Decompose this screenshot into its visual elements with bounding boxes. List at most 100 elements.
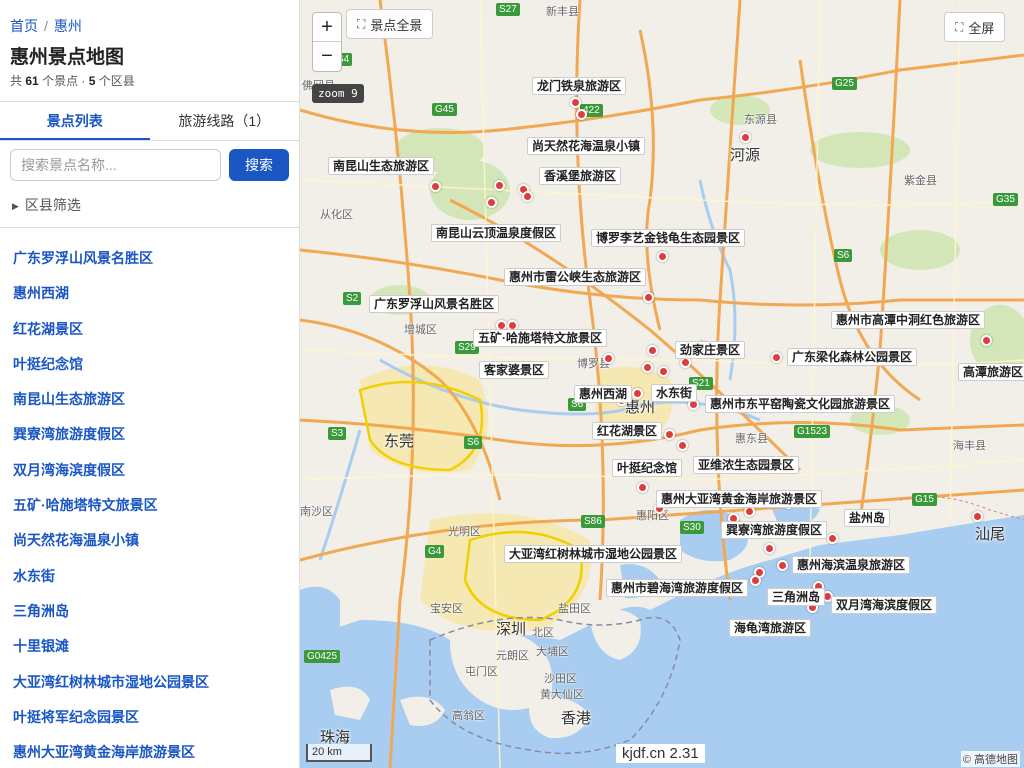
breadcrumb-current-link[interactable]: 惠州	[54, 18, 82, 34]
map-poi-label[interactable]: 尚天然花海温泉小镇	[527, 137, 646, 155]
map-view[interactable]: 新丰县 东源县 紫金县 从化区 增城区 博罗县 惠东县 海丰县 惠阳区 光明区 …	[300, 0, 1024, 768]
city-label: 深圳	[496, 621, 527, 638]
map-marker[interactable]	[603, 353, 614, 364]
map-poi-label[interactable]: 五矿·哈施塔特文旅景区	[473, 329, 607, 347]
spot-list-item[interactable]: 大亚湾红树林城市湿地公园景区	[13, 672, 209, 707]
map-marker[interactable]	[576, 109, 587, 120]
map-poi-label[interactable]: 惠州市碧海湾旅游度假区	[606, 579, 749, 597]
map-marker[interactable]	[643, 292, 654, 303]
map-poi-label[interactable]: 劲家庄景区	[675, 341, 746, 359]
search-input[interactable]	[10, 149, 221, 181]
district-label: 紫金县	[904, 175, 937, 187]
map-marker[interactable]	[657, 251, 668, 262]
zoom-in-button[interactable]: +	[313, 13, 341, 42]
spot-list-item[interactable]: 十里银滩	[13, 636, 209, 671]
map-scale: 20 km	[306, 744, 372, 762]
map-poi-label[interactable]: 惠州大亚湾黄金海岸旅游景区	[656, 490, 823, 508]
site-watermark: kjdf.cn 2.31	[616, 744, 705, 763]
map-poi-label[interactable]: 双月湾海滨度假区	[831, 596, 938, 614]
spot-list-item[interactable]: 五矿·哈施塔特文旅景区	[13, 495, 209, 530]
map-marker[interactable]	[827, 533, 838, 544]
map-poi-label[interactable]: 客家婆景区	[479, 361, 550, 379]
breadcrumb-home-link[interactable]: 首页	[10, 18, 38, 34]
map-poi-label[interactable]: 广东梁化森林公园景区	[787, 348, 918, 366]
map-marker[interactable]	[777, 560, 788, 571]
spot-list-item[interactable]: 双月湾海滨度假区	[13, 460, 209, 495]
map-poi-label[interactable]: 惠州市雷公峡生态旅游区	[504, 268, 647, 286]
highway-shield: G35	[993, 193, 1018, 206]
map-poi-label[interactable]: 红花湖景区	[592, 422, 663, 440]
tab-routes[interactable]: 旅游线路（1）	[150, 102, 300, 140]
map-poi-label[interactable]: 盐州岛	[844, 509, 891, 527]
district-label: 从化区	[320, 209, 353, 221]
map-poi-label[interactable]: 三角洲岛	[767, 588, 826, 606]
map-poi-label[interactable]: 广东罗浮山风景名胜区	[369, 295, 500, 313]
district-filter-toggle[interactable]: ▶ 区县筛选	[12, 195, 81, 215]
map-marker[interactable]	[972, 511, 983, 522]
highway-shield: S86	[581, 515, 605, 528]
map-poi-label[interactable]: 海龟湾旅游区	[729, 619, 812, 637]
spot-list-item[interactable]: 叶挺将军纪念园景区	[13, 707, 209, 742]
sidebar: 首页 / 惠州 惠州景点地图 共 61 个景点 · 5 个区县 景点列表 旅游线路（…	[0, 0, 300, 768]
map-marker[interactable]	[764, 543, 775, 554]
map-poi-label[interactable]: 水东街	[651, 384, 698, 402]
map-poi-label[interactable]: 惠州海滨温泉旅游区	[792, 556, 911, 574]
fullscreen-button[interactable]: ⛶ 全屏	[944, 12, 1006, 42]
district-label: 北区	[532, 627, 554, 639]
map-poi-label[interactable]: 惠州西湖	[574, 385, 633, 403]
scale-label: 20 km	[306, 744, 372, 762]
spot-list-item[interactable]: 水东街	[13, 566, 209, 601]
map-marker[interactable]	[677, 440, 688, 451]
highway-shield: G4	[425, 545, 445, 558]
spot-list-item[interactable]: 广东罗浮山风景名胜区	[13, 248, 209, 283]
map-marker[interactable]	[494, 180, 505, 191]
spot-list-item[interactable]: 惠州大亚湾黄金海岸旅游景区	[13, 742, 209, 768]
search-button[interactable]: 搜索	[229, 149, 289, 181]
spot-list-item[interactable]: 三角洲岛	[13, 601, 209, 636]
map-marker[interactable]	[430, 181, 441, 192]
map-poi-label[interactable]: 大亚湾红树林城市湿地公园景区	[504, 545, 683, 563]
highway-shield: G15	[912, 493, 937, 506]
map-marker[interactable]	[740, 132, 751, 143]
spot-list-item[interactable]: 叶挺纪念馆	[13, 354, 209, 389]
spot-list-item[interactable]: 南昆山生态旅游区	[13, 389, 209, 424]
map-marker[interactable]	[637, 482, 648, 493]
map-marker[interactable]	[647, 345, 658, 356]
map-poi-label[interactable]: 龙门铁泉旅游区	[532, 77, 627, 95]
map-marker[interactable]	[981, 335, 992, 346]
map-poi-label[interactable]: 亚维浓生态园景区	[693, 456, 800, 474]
highway-shield: S27	[496, 3, 520, 16]
map-marker[interactable]	[486, 197, 497, 208]
spot-list-item[interactable]: 惠州西湖	[13, 283, 209, 318]
city-label: 河源	[730, 147, 761, 164]
district-label: 惠东县	[735, 433, 768, 445]
map-poi-label[interactable]: 南昆山云顶温泉度假区	[431, 224, 562, 242]
district-label: 元朗区	[496, 650, 529, 662]
map-poi-label[interactable]: 巽寮湾旅游度假区	[721, 521, 828, 539]
map-poi-label[interactable]: 高潭旅游区	[958, 363, 1024, 381]
map-poi-label[interactable]: 南昆山生态旅游区	[328, 157, 435, 175]
map-poi-label[interactable]: 香溪堡旅游区	[539, 167, 622, 185]
zoom-out-button[interactable]: −	[313, 42, 341, 71]
map-poi-label[interactable]: 博罗李艺金钱龟生态园景区	[591, 229, 746, 247]
fit-all-button[interactable]: ⛶ 景点全景	[346, 9, 434, 39]
page-title: 惠州景点地图	[10, 47, 125, 68]
map-marker[interactable]	[750, 575, 761, 586]
map-marker[interactable]	[642, 362, 653, 373]
map-poi-label[interactable]: 惠州市高潭中洞红色旅游区	[831, 311, 986, 329]
tab-spot-list[interactable]: 景点列表	[0, 102, 150, 140]
map-marker[interactable]	[570, 97, 581, 108]
city-label: 东莞	[384, 433, 415, 450]
city-label: 汕尾	[975, 526, 1006, 543]
spot-list-item[interactable]: 红花湖景区	[13, 319, 209, 354]
map-marker[interactable]	[664, 429, 675, 440]
map-marker[interactable]	[632, 388, 643, 399]
map-poi-label[interactable]: 叶挺纪念馆	[612, 459, 683, 477]
map-marker[interactable]	[771, 352, 782, 363]
map-poi-label[interactable]: 惠州市东平窑陶瓷文化园旅游景区	[705, 395, 896, 413]
district-label: 高翁区	[452, 710, 485, 722]
map-marker[interactable]	[522, 191, 533, 202]
spot-list-item[interactable]: 尚天然花海温泉小镇	[13, 530, 209, 565]
spot-list-item[interactable]: 巽寮湾旅游度假区	[13, 424, 209, 459]
map-marker[interactable]	[658, 366, 669, 377]
